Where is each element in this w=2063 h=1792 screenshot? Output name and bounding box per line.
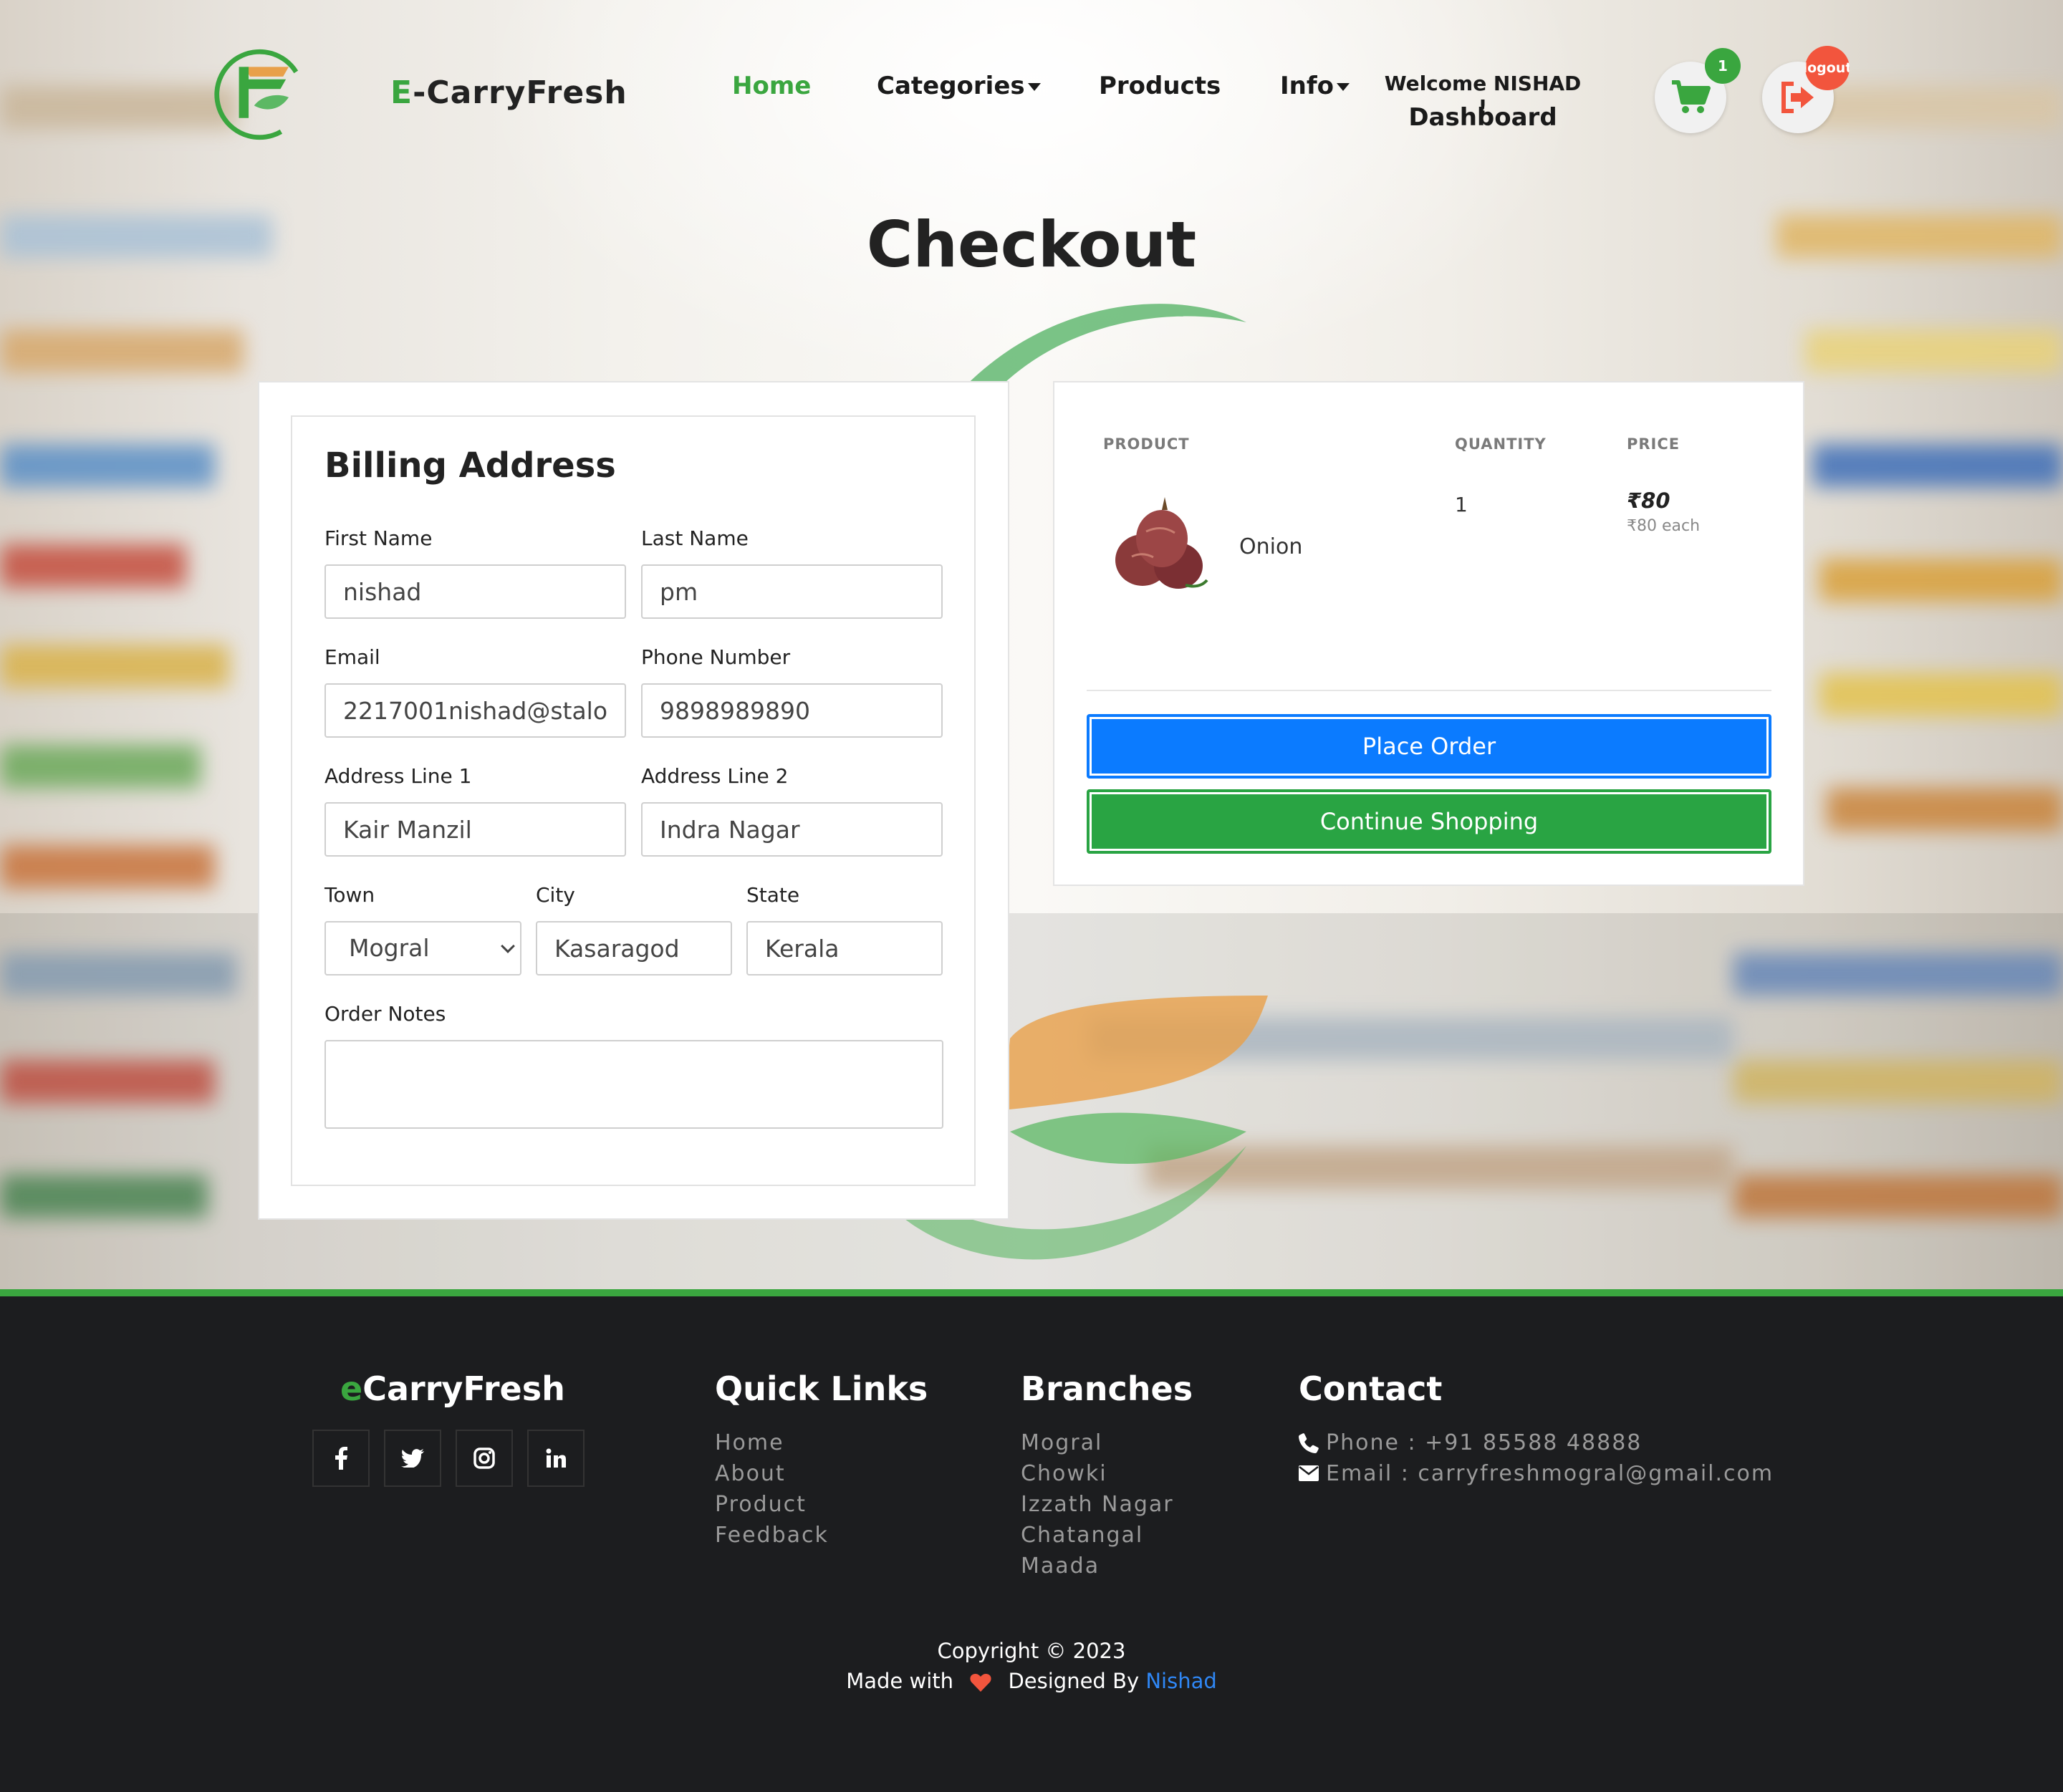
first-name-field[interactable] bbox=[324, 564, 626, 619]
product-quantity: 1 bbox=[1455, 493, 1468, 516]
divider bbox=[1087, 690, 1771, 691]
email-label: Email bbox=[324, 645, 380, 669]
branches-heading: Branches bbox=[1021, 1369, 1193, 1408]
brand-prefix: E bbox=[390, 74, 413, 111]
product-name: Onion bbox=[1239, 534, 1303, 559]
last-name-label: Last Name bbox=[641, 526, 749, 550]
twitter-button[interactable] bbox=[384, 1430, 441, 1487]
brand-logo[interactable] bbox=[211, 44, 308, 145]
email-icon bbox=[1299, 1465, 1319, 1481]
made-with-line: Made with Designed By Nishad bbox=[0, 1669, 2063, 1693]
branch-item: Chowki bbox=[1021, 1461, 1107, 1486]
address1-label: Address Line 1 bbox=[324, 764, 472, 788]
footer-brand-rest: CarryFresh bbox=[362, 1369, 565, 1408]
contact-email[interactable]: Email : carryfreshmogral@gmail.com bbox=[1326, 1461, 1774, 1486]
heart-icon bbox=[970, 1673, 991, 1692]
phone-field[interactable] bbox=[641, 683, 943, 738]
address1-field[interactable] bbox=[324, 802, 626, 857]
copyright-text: Copyright © 2023 bbox=[937, 1639, 1126, 1663]
address2-label: Address Line 2 bbox=[641, 764, 789, 788]
header-quantity: QUANTITY bbox=[1455, 435, 1547, 453]
logout-badge[interactable]: logout bbox=[1805, 46, 1850, 90]
nav-info[interactable]: Info bbox=[1280, 72, 1350, 100]
state-label: State bbox=[746, 883, 800, 907]
contact-heading: Contact bbox=[1299, 1369, 1443, 1408]
product-unit-price: ₹80 each bbox=[1627, 517, 1701, 535]
caret-down-icon bbox=[1027, 83, 1041, 91]
footer-brand-prefix: e bbox=[340, 1369, 363, 1408]
last-name-field[interactable] bbox=[641, 564, 943, 619]
nav-categories-label: Categories bbox=[877, 72, 1025, 100]
instagram-icon bbox=[473, 1447, 495, 1469]
nav-info-label: Info bbox=[1280, 72, 1335, 100]
header-product: PRODUCT bbox=[1103, 435, 1190, 453]
nav-products[interactable]: Products bbox=[1099, 72, 1221, 100]
continue-shopping-button[interactable]: Continue Shopping bbox=[1087, 789, 1771, 854]
city-field[interactable] bbox=[536, 921, 732, 976]
town-select[interactable]: Mogral bbox=[324, 921, 521, 976]
header-price: PRICE bbox=[1627, 435, 1680, 453]
branch-item: Chatangal bbox=[1021, 1523, 1144, 1548]
state-field[interactable] bbox=[746, 921, 943, 976]
product-price: ₹80 bbox=[1627, 488, 1670, 513]
order-notes-label: Order Notes bbox=[324, 1002, 446, 1026]
twitter-icon bbox=[401, 1449, 424, 1468]
cart-count-badge: 1 bbox=[1705, 48, 1741, 84]
billing-heading: Billing Address bbox=[324, 445, 616, 486]
town-label: Town bbox=[324, 883, 375, 907]
nav-home[interactable]: Home bbox=[732, 72, 811, 100]
dashboard-link[interactable]: Dashboard bbox=[1379, 103, 1587, 132]
branch-item: Mogral bbox=[1021, 1430, 1103, 1455]
city-label: City bbox=[536, 883, 575, 907]
designer-link[interactable]: Nishad bbox=[1145, 1669, 1216, 1693]
made-with-text: Made with bbox=[846, 1669, 954, 1693]
place-order-button[interactable]: Place Order bbox=[1087, 714, 1771, 779]
cart-icon bbox=[1672, 80, 1711, 113]
facebook-icon bbox=[335, 1447, 347, 1470]
first-name-label: First Name bbox=[324, 526, 433, 550]
footer-accent-bar bbox=[0, 1289, 2063, 1296]
quick-links-heading: Quick Links bbox=[715, 1369, 928, 1408]
town-selected-value: Mogral bbox=[349, 934, 430, 962]
contact-phone: Phone : +91 85588 48888 bbox=[1326, 1430, 1643, 1455]
nav-categories[interactable]: Categories bbox=[877, 72, 1041, 100]
linkedin-icon bbox=[546, 1448, 566, 1468]
phone-icon bbox=[1299, 1433, 1319, 1453]
phone-label: Phone Number bbox=[641, 645, 791, 669]
logout-icon bbox=[1781, 82, 1814, 113]
brand-rest: -CarryFresh bbox=[413, 74, 627, 111]
branch-item: Maada bbox=[1021, 1553, 1100, 1579]
email-field[interactable] bbox=[324, 683, 626, 738]
brand-name[interactable]: E-CarryFresh bbox=[390, 74, 627, 111]
linkedin-button[interactable] bbox=[527, 1430, 585, 1487]
quick-link-home[interactable]: Home bbox=[715, 1430, 784, 1455]
caret-down-icon bbox=[1337, 83, 1350, 91]
order-notes-field[interactable] bbox=[324, 1040, 943, 1129]
designed-by-text: Designed By bbox=[1008, 1669, 1140, 1693]
facebook-button[interactable] bbox=[312, 1430, 370, 1487]
footer-brand: eCarryFresh bbox=[340, 1369, 565, 1408]
instagram-button[interactable] bbox=[456, 1430, 513, 1487]
quick-link-feedback[interactable]: Feedback bbox=[715, 1523, 829, 1548]
quick-link-about[interactable]: About bbox=[715, 1461, 786, 1486]
page-title: Checkout bbox=[866, 208, 1197, 281]
address2-field[interactable] bbox=[641, 802, 943, 857]
branch-item: Izzath Nagar bbox=[1021, 1492, 1174, 1517]
onion-product-image bbox=[1115, 497, 1208, 589]
quick-link-product[interactable]: Product bbox=[715, 1492, 807, 1517]
